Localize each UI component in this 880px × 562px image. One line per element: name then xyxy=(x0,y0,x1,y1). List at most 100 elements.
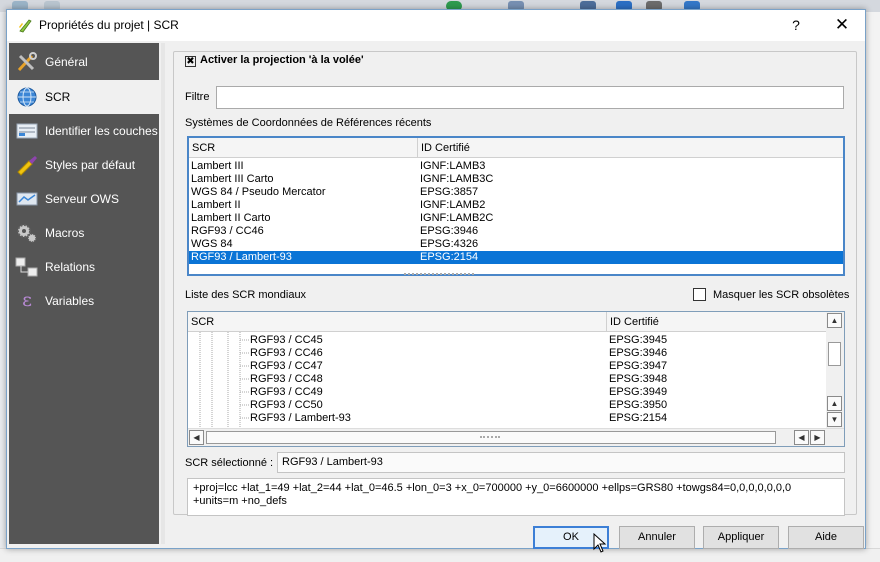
tree-row[interactable]: RGF93 / CC50 EPSG:3950 xyxy=(188,399,844,412)
scroll-thumb[interactable] xyxy=(828,342,841,366)
sidebar-item-relations[interactable]: Relations xyxy=(9,250,159,284)
table-row[interactable]: Lambert III Carto IGNF:LAMB3C xyxy=(189,173,843,186)
sidebar-item-label: Identifier les couches xyxy=(45,124,158,138)
cancel-button[interactable]: Annuler xyxy=(619,526,695,549)
table-row[interactable]: Lambert III IGNF:LAMB3 xyxy=(189,160,843,173)
filter-input[interactable] xyxy=(216,86,844,109)
row-scr: RGF93 / CC47 xyxy=(250,360,323,372)
tree-row[interactable]: RGF93 / CC46 EPSG:3946 xyxy=(188,347,844,360)
row-scr: RGF93 / Lambert-93 xyxy=(191,251,292,263)
sidebar-item-label: Macros xyxy=(45,226,85,240)
scroll-page-up-icon[interactable]: ▲ xyxy=(827,396,842,411)
help-titlebar-button[interactable]: ? xyxy=(773,10,819,41)
tools-icon xyxy=(15,51,39,73)
sidebar-item-general[interactable]: Général xyxy=(9,45,159,79)
selected-crs-field[interactable]: RGF93 / Lambert-93 xyxy=(277,452,845,473)
hide-obsolete-checkbox[interactable] xyxy=(693,288,706,301)
title-bar[interactable]: Propriétés du projet | SCR ? ✕ xyxy=(7,10,865,41)
world-crs-label: Liste des SCR mondiaux xyxy=(185,289,307,301)
row-id: EPSG:4326 xyxy=(420,238,479,250)
scroll-left-icon[interactable]: ◀ xyxy=(189,430,204,445)
row-id: EPSG:3947 xyxy=(609,360,668,372)
proj-definition-text: +proj=lcc +lat_1=49 +lat_2=44 +lat_0=46.… xyxy=(187,478,845,516)
table-row[interactable]: WGS 84 / Pseudo Mercator EPSG:3857 xyxy=(189,186,843,199)
enable-projection-label: Activer la projection 'à la volée' xyxy=(200,54,364,66)
tree-row[interactable]: RGF93 / CC48 EPSG:3948 xyxy=(188,373,844,386)
tree-row[interactable]: RGF93 / CC47 EPSG:3947 xyxy=(188,360,844,373)
row-id: EPSG:3857 xyxy=(420,186,479,198)
filter-label: Filtre xyxy=(185,91,210,103)
row-id: IGNF:LAMB3 xyxy=(420,160,486,172)
row-id: EPSG:2154 xyxy=(609,412,668,424)
row-scr: Lambert III Carto xyxy=(191,173,274,185)
tree-row[interactable]: RGF93 / Lambert-93 EPSG:2154 xyxy=(188,412,844,425)
window-title: Propriétés du projet | SCR xyxy=(39,18,179,32)
table-header: SCR ID Certifié xyxy=(188,312,844,332)
table-row[interactable]: Lambert II IGNF:LAMB2 xyxy=(189,199,843,212)
selected-crs-label: SCR sélectionné : xyxy=(185,457,274,469)
row-scr: RGF93 / CC46 xyxy=(250,347,323,359)
sidebar-item-label: Relations xyxy=(45,260,96,274)
horizontal-scrollbar[interactable]: ◀ ◀ ▶ xyxy=(188,428,844,446)
apply-button[interactable]: Appliquer xyxy=(703,526,779,549)
scroll-right-icon[interactable]: ◀ xyxy=(794,430,809,445)
desktop-background-bottom xyxy=(0,548,880,562)
help-button[interactable]: Aide xyxy=(788,526,864,549)
row-id: EPSG:3949 xyxy=(609,386,668,398)
scroll-up-icon[interactable]: ▲ xyxy=(827,313,842,328)
row-id: IGNF:LAMB2 xyxy=(420,199,486,211)
epsilon-icon: ε xyxy=(22,289,32,311)
splitter-handle[interactable] xyxy=(404,273,474,277)
relations-icon xyxy=(15,256,39,278)
desktop-background-right xyxy=(866,12,880,562)
table-row[interactable]: Lambert II Carto IGNF:LAMB2C xyxy=(189,212,843,225)
sidebar-item-label: Variables xyxy=(45,294,95,308)
column-header-scr[interactable]: SCR xyxy=(189,138,418,158)
row-id: EPSG:2154 xyxy=(420,251,479,263)
table-row-selected[interactable]: RGF93 / Lambert-93 EPSG:2154 xyxy=(189,251,843,264)
sidebar-item-ows-server[interactable]: Serveur OWS xyxy=(9,182,159,216)
brush-icon xyxy=(15,154,39,176)
row-scr: RGF93 / CC45 xyxy=(250,334,323,346)
row-id: IGNF:LAMB2C xyxy=(420,212,494,224)
sidebar-item-macros[interactable]: Macros xyxy=(9,216,159,250)
table-row[interactable]: RGF93 / CC46 EPSG:3946 xyxy=(189,225,843,238)
row-id: EPSG:3946 xyxy=(609,347,668,359)
sidebar-item-identify-layers[interactable]: Identifier les couches xyxy=(9,114,159,148)
sidebar-item-variables[interactable]: ε Variables xyxy=(9,284,159,318)
row-scr: Lambert III xyxy=(191,160,244,172)
sidebar-splitter[interactable] xyxy=(161,43,165,544)
globe-icon xyxy=(15,86,39,108)
server-icon xyxy=(15,188,39,210)
table-header: SCR ID Certifié xyxy=(189,138,843,158)
row-scr: RGF93 / CC46 xyxy=(191,225,264,237)
row-scr: Lambert II Carto xyxy=(191,212,271,224)
row-id: IGNF:LAMB3C xyxy=(420,173,494,185)
sidebar-item-default-styles[interactable]: Styles par défaut xyxy=(9,148,159,182)
world-crs-tree[interactable]: SCR ID Certifié RGF93 / CC45 EPSG:3945 R… xyxy=(187,311,845,447)
tree-row[interactable]: RGF93 / CC45 EPSG:3945 xyxy=(188,334,844,347)
hide-obsolete-label: Masquer les SCR obsolètes xyxy=(713,289,850,301)
vertical-scrollbar[interactable]: ▲ ▲ ▼ xyxy=(826,312,844,428)
enable-projection-checkbox[interactable]: ✖ Activer la projection 'à la volée' xyxy=(182,52,367,68)
row-id: EPSG:3946 xyxy=(420,225,479,237)
row-id: EPSG:3948 xyxy=(609,373,668,385)
column-header-scr[interactable]: SCR xyxy=(188,312,607,332)
row-scr: RGF93 / Lambert-93 xyxy=(250,412,351,424)
scroll-right-end-icon[interactable]: ▶ xyxy=(810,430,825,445)
sidebar-item-label: Serveur OWS xyxy=(45,192,120,206)
recent-crs-table[interactable]: SCR ID Certifié Lambert III IGNF:LAMB3 La… xyxy=(187,136,845,276)
row-scr: RGF93 / CC49 xyxy=(250,386,323,398)
tree-row[interactable]: RGF93 / CC49 EPSG:3949 xyxy=(188,386,844,399)
sidebar-item-scr[interactable]: SCR xyxy=(9,80,159,114)
column-header-id[interactable]: ID Certifié xyxy=(418,138,843,158)
scroll-down-icon[interactable]: ▼ xyxy=(827,412,842,427)
checkbox-mark-icon: ✖ xyxy=(185,56,196,67)
sidebar: Général SCR Identifier les couches Style… xyxy=(9,43,159,544)
row-scr: WGS 84 xyxy=(191,238,233,250)
close-button[interactable]: ✕ xyxy=(819,10,865,41)
sidebar-item-label: Général xyxy=(45,55,88,69)
row-scr: WGS 84 / Pseudo Mercator xyxy=(191,186,326,198)
table-row[interactable]: WGS 84 EPSG:4326 xyxy=(189,238,843,251)
column-header-id[interactable]: ID Certifié xyxy=(607,312,826,332)
